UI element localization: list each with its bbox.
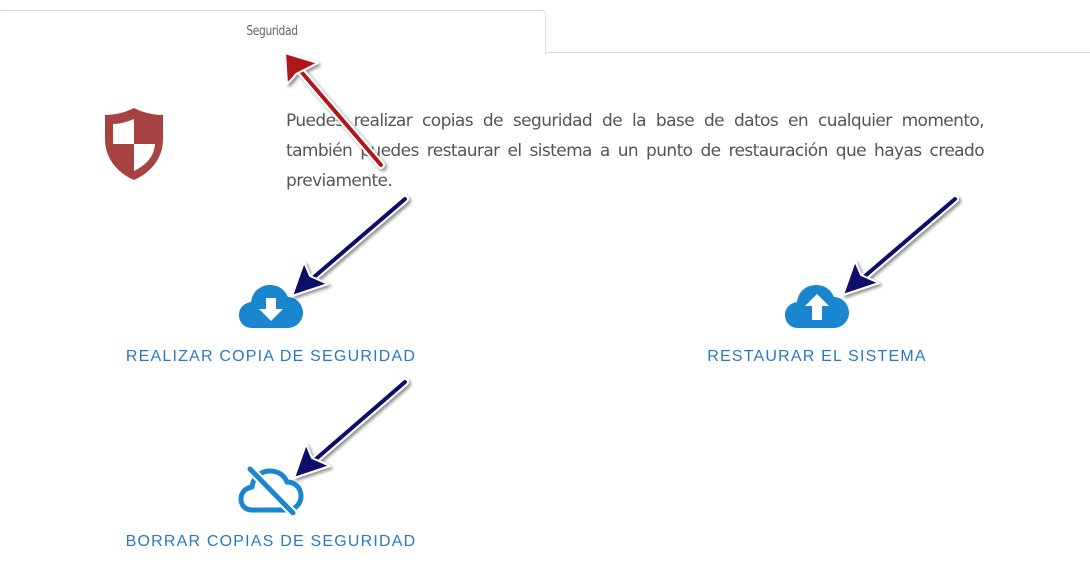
- restore-button[interactable]: RESTAURAR EL SISTEMA: [680, 284, 954, 366]
- shield-icon: [105, 108, 163, 180]
- delete-backups-label: BORRAR COPIAS DE SEGURIDAD: [125, 533, 417, 550]
- annotation-arrow-navy-1: [291, 195, 409, 297]
- tab-bar-divider: [545, 52, 1090, 53]
- delete-backups-button[interactable]: BORRAR COPIAS DE SEGURIDAD: [120, 465, 422, 551]
- cloud-upload-icon: [785, 285, 849, 328]
- tab-label: Seguridad: [246, 24, 298, 39]
- backup-button[interactable]: REALIZAR COPIA DE SEGURIDAD: [120, 284, 422, 366]
- annotation-arrow-navy-3: [293, 378, 409, 479]
- cloud-download-icon: [239, 285, 303, 328]
- restore-label: RESTAURAR EL SISTEMA: [707, 348, 927, 365]
- backup-label: REALIZAR COPIA DE SEGURIDAD: [125, 348, 417, 365]
- security-description: Puedes realizar copias de seguridad de l…: [286, 111, 985, 191]
- security-page: Seguridad Puedes realizar copias de segu…: [0, 0, 1090, 584]
- tab-seguridad[interactable]: Seguridad: [0, 10, 546, 54]
- annotation-arrow-navy-2: [842, 195, 959, 296]
- cloud-off-icon: [238, 465, 304, 515]
